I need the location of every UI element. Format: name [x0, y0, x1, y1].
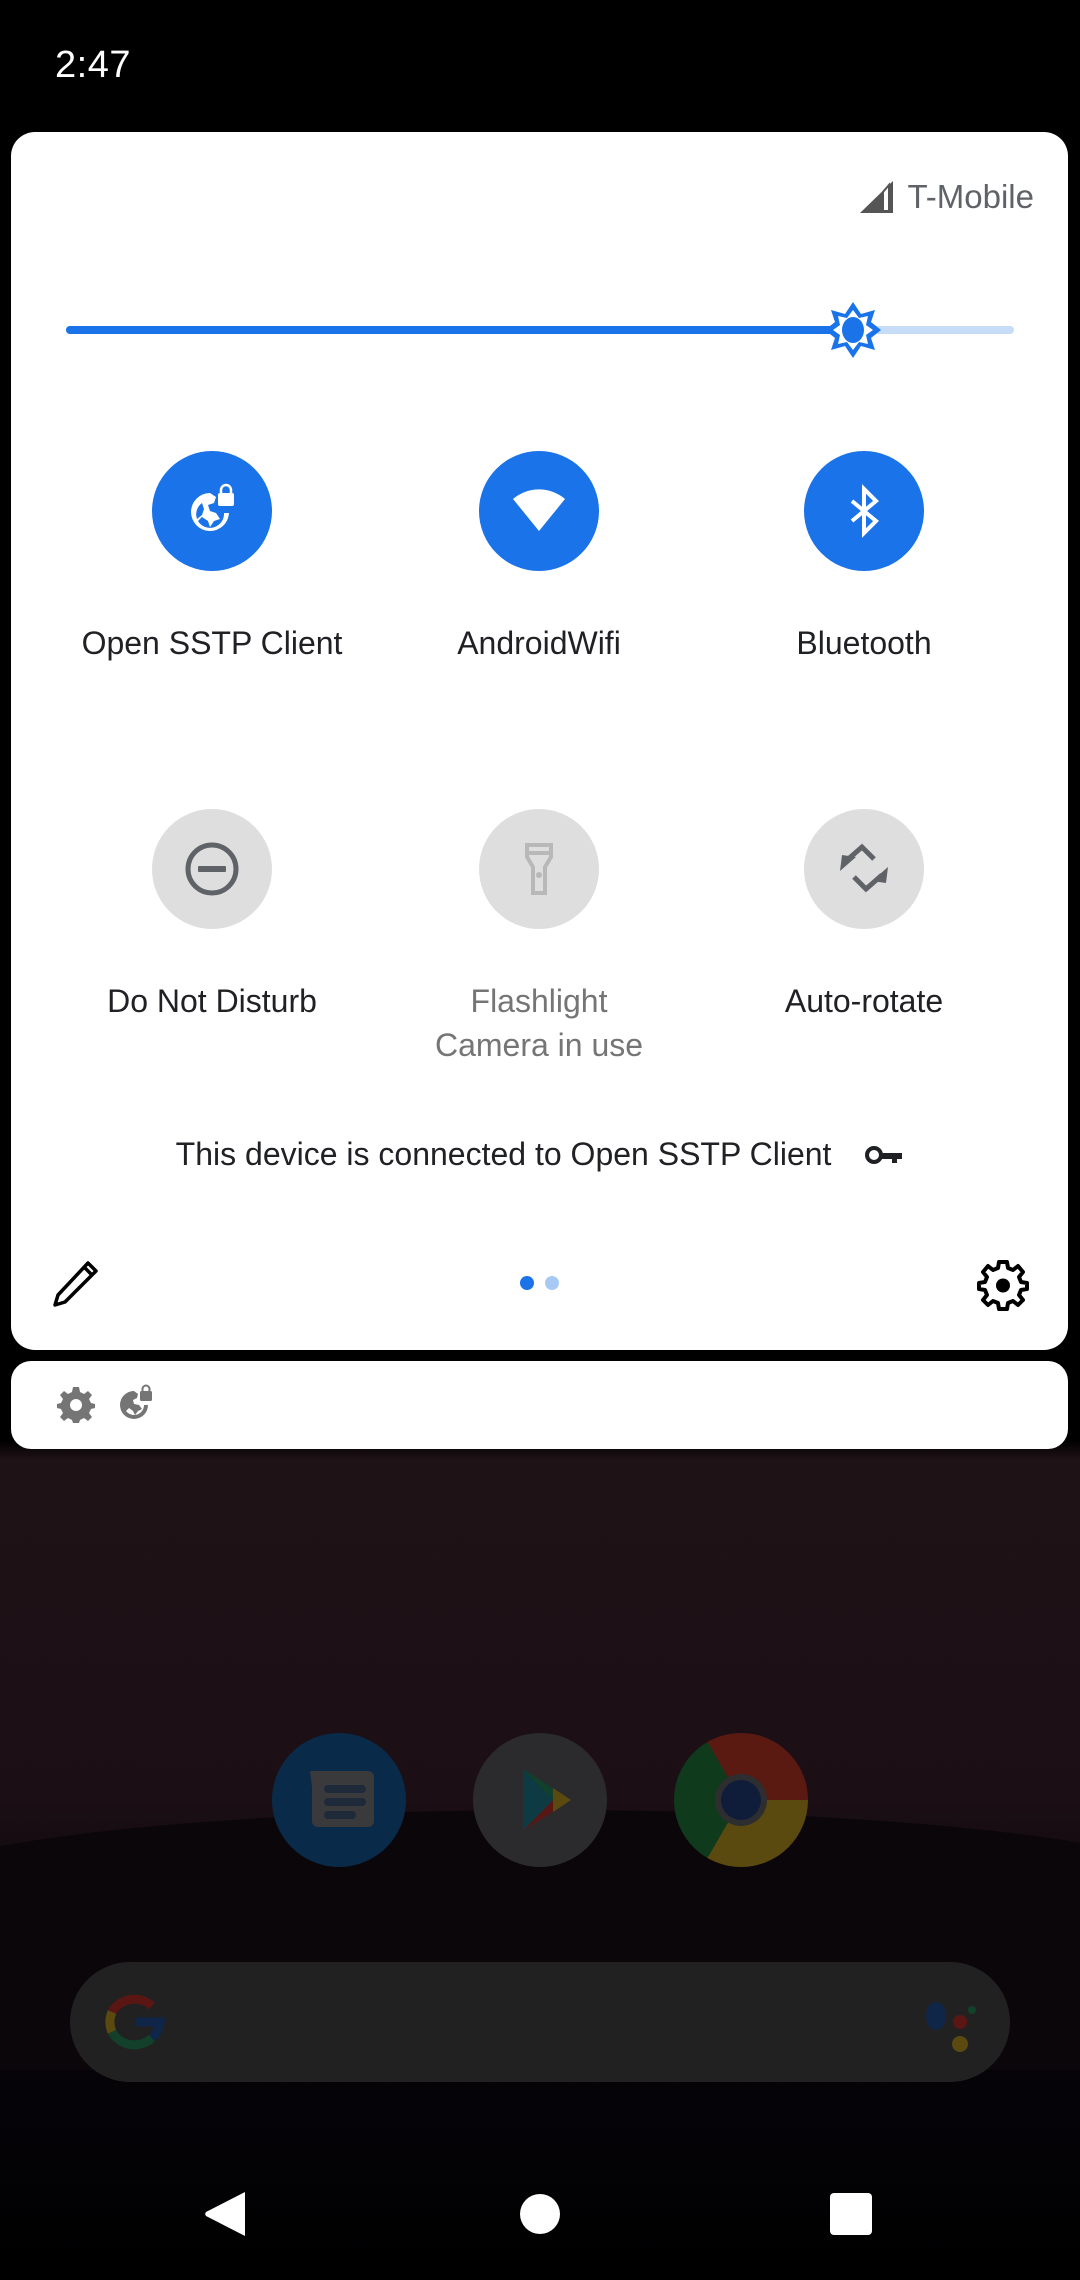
tile-vpn[interactable]: Open SSTP Client	[49, 451, 375, 665]
brightness-thumb-icon[interactable]	[823, 300, 883, 360]
page-dot-active	[520, 1276, 534, 1290]
dock-app-play-store[interactable]	[473, 1733, 607, 1867]
vpn-globe-lock-icon	[191, 483, 234, 531]
google-assistant-icon	[926, 2002, 976, 2052]
nav-home-button[interactable]	[520, 2194, 560, 2234]
flashlight-icon	[525, 843, 553, 895]
vpn-status-text: This device is connected to Open SSTP Cl…	[175, 1136, 832, 1173]
shelf-settings-gear-icon	[57, 1387, 95, 1423]
tile-auto-rotate-label: Auto-rotate	[784, 983, 944, 1019]
page-indicator	[518, 1276, 562, 1290]
tile-wifi-toggle[interactable]	[479, 451, 599, 571]
tile-wifi-label: AndroidWifi	[457, 625, 621, 661]
status-bar-clock: 2:47	[55, 44, 131, 86]
tile-dnd-toggle[interactable]	[152, 809, 272, 929]
settings-gear-icon[interactable]	[976, 1258, 1030, 1312]
notification-shelf[interactable]	[11, 1361, 1068, 1449]
nav-recents-button[interactable]	[830, 2193, 872, 2235]
signal-icon	[860, 181, 894, 213]
tile-wifi[interactable]: AndroidWifi	[376, 451, 702, 665]
google-g-icon	[105, 1994, 166, 2050]
dock-app-messages[interactable]	[272, 1733, 406, 1867]
tile-vpn-label: Open SSTP Client	[81, 625, 343, 661]
nav-back-button[interactable]	[200, 2188, 252, 2240]
tile-flashlight-label: Flashlight	[470, 983, 608, 1019]
vpn-status-message[interactable]: This device is connected to Open SSTP Cl…	[0, 1134, 1080, 1173]
carrier-info: T-Mobile	[859, 178, 1034, 216]
edit-pencil-icon[interactable]	[50, 1258, 102, 1310]
wifi-icon	[513, 489, 565, 531]
tile-bluetooth-label: Bluetooth	[796, 625, 932, 661]
tile-bluetooth[interactable]: Bluetooth	[701, 451, 1027, 665]
google-search-bar[interactable]	[70, 1962, 1010, 2082]
auto-rotate-icon	[840, 843, 888, 893]
tile-auto-rotate-toggle[interactable]	[804, 809, 924, 929]
page-dot-inactive[interactable]	[545, 1276, 559, 1290]
brightness-track-fill	[66, 326, 853, 334]
tile-vpn-toggle[interactable]	[152, 451, 272, 571]
do-not-disturb-icon	[185, 842, 239, 896]
messages-icon	[310, 1771, 374, 1827]
chrome-icon	[715, 1774, 767, 1826]
tile-flashlight[interactable]: Flashlight Camera in use	[376, 809, 702, 1067]
tile-auto-rotate[interactable]: Auto-rotate	[701, 809, 1027, 1023]
tile-flashlight-toggle[interactable]	[479, 809, 599, 929]
vpn-key-icon	[865, 1145, 903, 1164]
play-store-icon	[523, 1769, 571, 1831]
tile-dnd-label: Do Not Disturb	[107, 983, 317, 1019]
tile-do-not-disturb[interactable]: Do Not Disturb	[49, 809, 375, 1023]
tile-bluetooth-toggle[interactable]	[804, 451, 924, 571]
brightness-slider[interactable]	[66, 302, 1014, 358]
shelf-vpn-globe-lock-icon	[120, 1384, 152, 1419]
carrier-label: T-Mobile	[907, 178, 1034, 215]
dock-app-chrome[interactable]	[674, 1733, 808, 1867]
tile-flashlight-secondary-label: Camera in use	[434, 1027, 644, 1063]
bluetooth-icon	[850, 484, 879, 538]
